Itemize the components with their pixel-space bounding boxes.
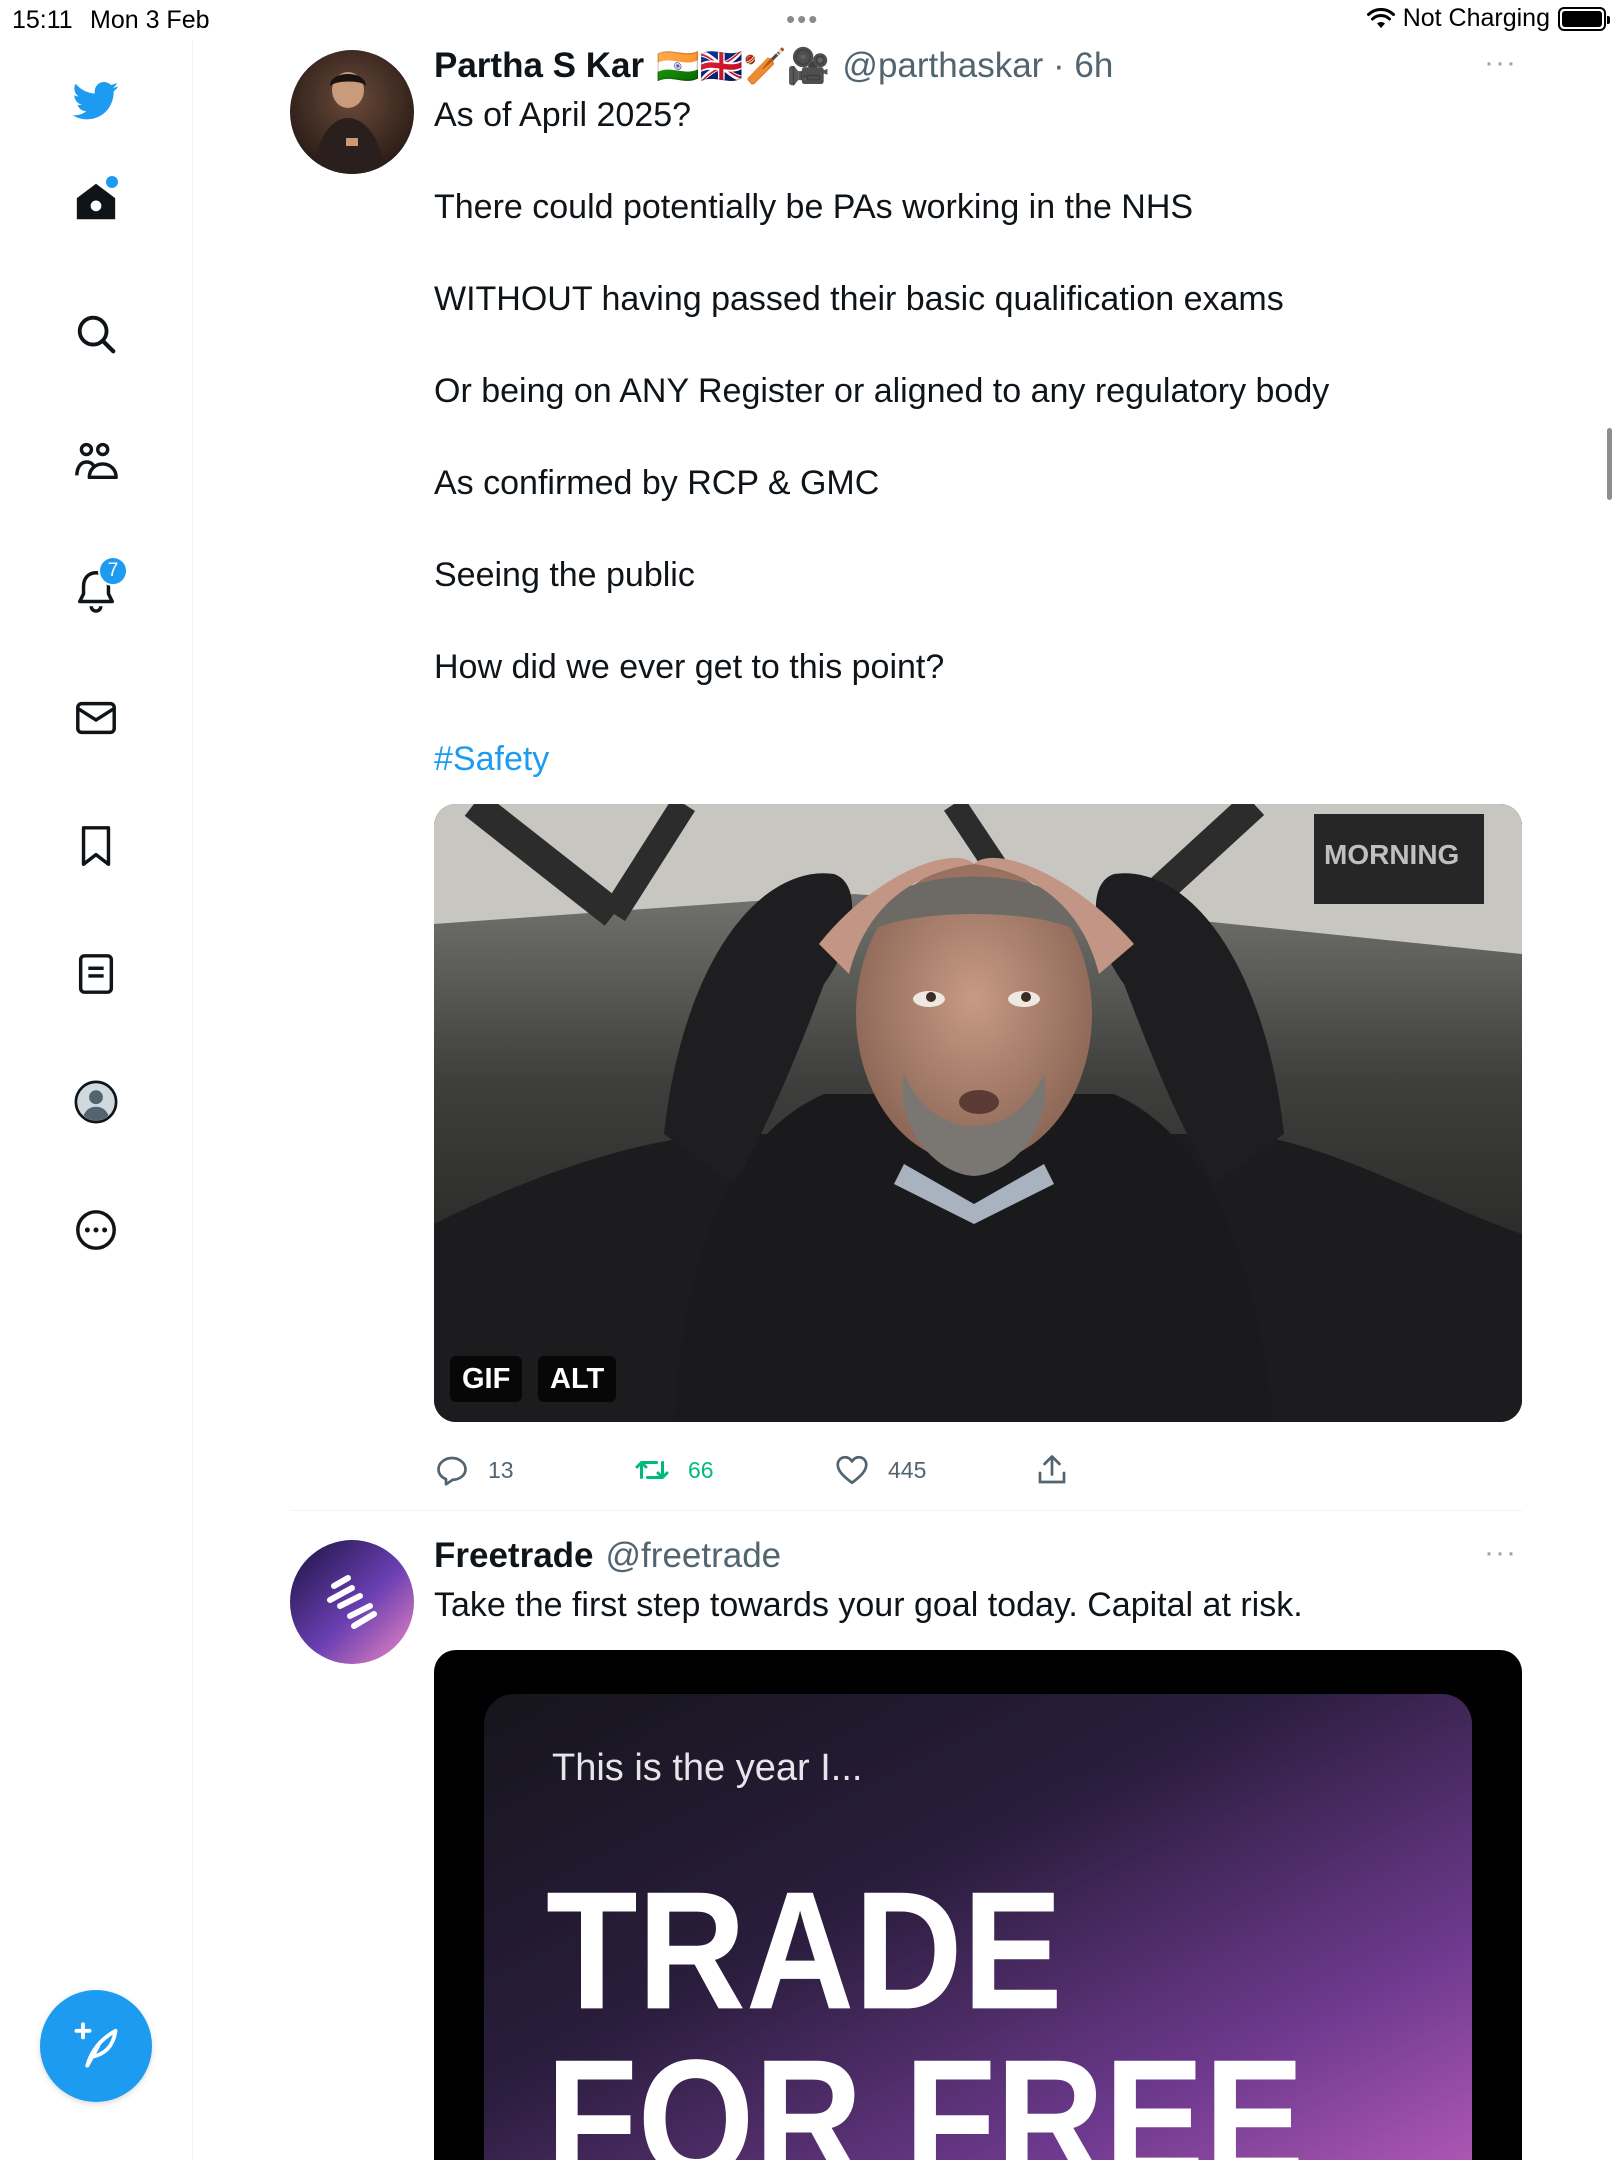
tweet-header: Partha S Kar 🇮🇳🇬🇧🏏🎥 @parthaskar · 6h	[434, 40, 1113, 92]
like-button[interactable]: 445	[834, 1452, 926, 1488]
lists-icon[interactable]	[60, 938, 132, 1010]
tweet-text: As of April 2025? There could potentiall…	[434, 92, 1434, 828]
status-date: Mon 3 Feb	[90, 6, 210, 34]
retweet-count: 66	[688, 1456, 714, 1483]
gif-frame-image: MORNING	[434, 804, 1522, 1422]
heart-icon	[836, 1455, 868, 1485]
promo-tagline: This is the year I...	[552, 1747, 862, 1789]
promo-card-image: This is the year I... TRADE FOR FREE	[484, 1694, 1472, 2160]
like-count: 445	[888, 1456, 927, 1483]
messages-icon[interactable]	[60, 682, 132, 754]
search-icon[interactable]	[60, 298, 132, 370]
wifi-icon	[1366, 7, 1395, 28]
tweet-line: There could potentially be PAs working i…	[434, 188, 1194, 226]
compose-feather-icon	[74, 2022, 118, 2068]
twitter-logo-icon[interactable]	[60, 64, 132, 136]
share-icon	[1038, 1455, 1066, 1484]
tweet-line: As of April 2025?	[434, 96, 692, 134]
sidebar-nav: 7	[0, 40, 193, 2160]
reply-button[interactable]: 13	[434, 1452, 514, 1488]
reply-count: 13	[488, 1456, 514, 1483]
tweet-line: Seeing the public	[434, 556, 695, 594]
author-handle-time[interactable]: @parthaskar · 6h	[842, 46, 1113, 86]
reply-icon	[437, 1456, 467, 1486]
home-new-dot	[106, 176, 118, 188]
bookmarks-icon[interactable]	[60, 810, 132, 882]
author-name[interactable]: Partha S Kar	[434, 46, 644, 86]
hashtag-link[interactable]: #Safety	[434, 736, 1434, 782]
tweet-line: How did we ever get to this point?	[434, 648, 945, 686]
avatar[interactable]	[290, 50, 414, 174]
status-time: 15:11	[12, 6, 73, 34]
author-handle[interactable]: @freetrade	[606, 1536, 782, 1576]
compose-button[interactable]	[40, 1990, 152, 2102]
tweet-divider	[290, 1510, 1522, 1511]
battery-icon	[1558, 6, 1610, 31]
alt-text-button[interactable]: ALT	[538, 1356, 617, 1402]
status-right: Not Charging	[1366, 4, 1610, 33]
tweet-line: As confirmed by RCP & GMC	[434, 464, 880, 502]
tweet-gif[interactable]: MORNING GIF ALT	[434, 804, 1522, 1422]
tweet-line: WITHOUT having passed their basic qualif…	[434, 280, 1284, 318]
promo-headline-2: FOR FREE	[546, 2024, 1304, 2160]
share-button[interactable]	[1034, 1452, 1070, 1488]
home-icon[interactable]	[60, 166, 132, 238]
notifications-icon[interactable]: 7	[60, 554, 132, 626]
avatar[interactable]	[290, 1540, 414, 1664]
tweet-header: Freetrade @freetrade	[434, 1530, 781, 1582]
status-bar: 15:11 Mon 3 Feb ••• Not Charging	[0, 0, 1620, 40]
gif-watermark: MORNING	[1324, 839, 1459, 870]
tweet-line: Take the first step towards your goal to…	[434, 1586, 1303, 1624]
tweet-more-button[interactable]: ···	[1484, 1536, 1517, 1570]
more-icon[interactable]	[60, 1194, 132, 1266]
gif-badge: GIF	[450, 1356, 523, 1402]
retweet-button[interactable]: 66	[634, 1452, 714, 1488]
multitasking-dots[interactable]: •••	[786, 4, 819, 35]
promo-headline-1: TRADE	[546, 1856, 1063, 2044]
scrollbar[interactable]	[1607, 428, 1612, 500]
retweet-icon	[635, 1461, 669, 1479]
notifications-badge: 7	[98, 556, 128, 586]
author-name[interactable]: Freetrade	[434, 1536, 594, 1576]
tweet-line: Or being on ANY Register or aligned to a…	[434, 372, 1330, 410]
charging-status: Not Charging	[1402, 4, 1550, 32]
profile-icon[interactable]	[60, 1066, 132, 1138]
communities-icon[interactable]	[60, 426, 132, 498]
tweet-more-button[interactable]: ···	[1484, 46, 1517, 80]
promo-image[interactable]: This is the year I... TRADE FOR FREE	[434, 1650, 1522, 2160]
tweet-actions: 13 66 445	[434, 1452, 1134, 1502]
author-emojis: 🇮🇳🇬🇧🏏🎥	[656, 46, 831, 86]
